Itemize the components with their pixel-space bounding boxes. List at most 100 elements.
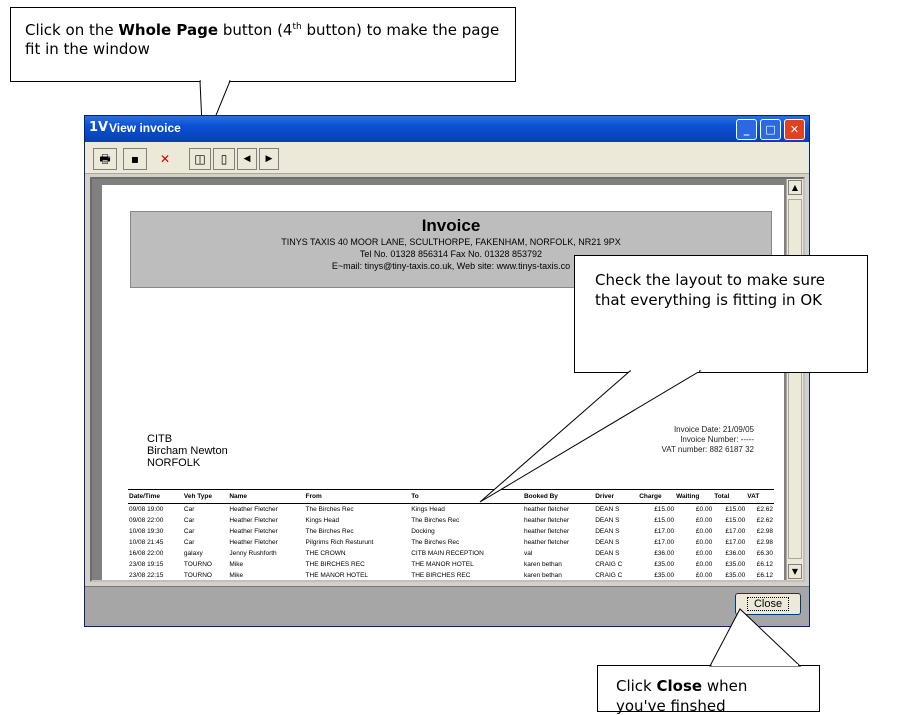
column-header: From	[304, 489, 411, 504]
table-cell: Heather Fletcher	[229, 516, 278, 524]
table-cell: The Birches Rec	[411, 516, 460, 524]
column-header: VAT	[746, 489, 774, 504]
table-cell: £0.00	[695, 549, 713, 557]
table-cell: Mike	[229, 560, 244, 568]
table-cell: £0.00	[695, 538, 713, 546]
window-title: View invoice	[109, 121, 181, 135]
address-line: CITB	[147, 433, 173, 445]
table-cell: THE MANOR HOTEL	[411, 560, 474, 568]
table-cell: £2.98	[756, 527, 773, 535]
callout-sup: th	[292, 22, 302, 32]
printer-icon[interactable]: 🖶	[93, 148, 117, 170]
table-cell: Jenny Rushforth	[229, 549, 277, 557]
callout-text: Click on the	[25, 21, 119, 39]
address-line: NORFOLK	[147, 457, 201, 469]
close-window-button[interactable]: ✕	[784, 119, 805, 140]
maximize-button[interactable]: □	[760, 119, 781, 140]
vertical-scrollbar[interactable]: ▲ ▼	[786, 179, 803, 580]
table-row: 10/08 19:30 Car Heather Fletcher The Birche…	[128, 526, 774, 537]
table-cell: Pilgrims Rich Resturunt	[305, 538, 374, 546]
table-cell: DEAN S	[595, 549, 620, 557]
table-cell: TOURNO	[183, 560, 212, 568]
save-icon[interactable]: ▪	[123, 148, 147, 170]
whole-page-icon[interactable]: ◫	[189, 148, 211, 170]
table-cell: Car	[183, 527, 195, 535]
table-row: 09/08 22:00 Car Heather Fletcher Kings Head…	[128, 515, 774, 526]
table-cell: heather fletcher	[523, 538, 570, 546]
table-cell: Docking	[411, 527, 435, 535]
toolbar: 🖶 ▪ ✕ ◫ ▯ ◀ ▶	[85, 142, 809, 174]
callout-whole-page: Click on the Whole Page button (4th butt…	[10, 7, 516, 82]
invoice-title: Invoice	[421, 216, 481, 235]
table-cell: £6.12	[756, 571, 773, 579]
table-cell: CRAIG C	[595, 571, 623, 579]
table-cell: £2.62	[756, 516, 773, 524]
table-cell: 23/08 19:15	[129, 560, 164, 568]
table-row: 23/08 22:15 TOURNO Mike THE MANOR HOTEL THE …	[128, 570, 774, 581]
next-page-icon[interactable]: ▶	[259, 148, 279, 170]
table-cell: heather fletcher	[523, 516, 570, 524]
table-cell: THE CROWN	[305, 549, 346, 557]
table-cell: 09/08 19:00	[129, 505, 164, 513]
table-cell: £0.00	[695, 571, 713, 579]
table-cell: Heather Fletcher	[229, 538, 278, 546]
table-cell: £0.00	[695, 560, 713, 568]
company-address: TINYS TAXIS 40 MOOR LANE, SCULTHORPE, FA…	[281, 237, 621, 247]
table-cell: The Birches Rec	[411, 538, 460, 546]
prev-page-icon[interactable]: ◀	[237, 148, 257, 170]
callout-check-layout: Check the layout to make sure that every…	[574, 255, 868, 373]
callout-pointer-bottom	[709, 608, 802, 667]
app-icon: 1V	[89, 120, 109, 135]
table-cell: £17.00	[654, 538, 675, 546]
table-cell: The Birches Rec	[305, 505, 354, 513]
scroll-down-icon[interactable]: ▼	[788, 564, 802, 579]
table-cell: Car	[183, 538, 195, 546]
table-cell: CRAIG C	[595, 560, 623, 568]
table-cell: karen bethan	[523, 571, 562, 579]
table-cell: £35.00	[654, 560, 675, 568]
table-row: 23/08 19:15 TOURNO Mike THE BIRCHES REC THE …	[128, 559, 774, 570]
table-cell: THE BIRCHES REC	[411, 571, 471, 579]
callout-close: Click Close when you've finshed	[597, 665, 820, 715]
table-cell: Mike	[229, 571, 244, 579]
table-cell: THE BIRCHES REC	[305, 560, 365, 568]
delete-icon[interactable]: ✕	[153, 148, 177, 170]
table-cell: galaxy	[183, 549, 203, 557]
customer-address: CITB Bircham Newton NORFOLK	[147, 433, 228, 469]
table-cell: THE MANOR HOTEL	[305, 571, 369, 579]
table-cell: val	[523, 549, 533, 557]
table-cell: Kings Head	[305, 516, 340, 524]
callout-pointer-middle	[479, 370, 702, 503]
table-cell: Car	[183, 505, 195, 513]
address-line: Bircham Newton	[147, 445, 228, 457]
table-cell: £35.00	[725, 571, 746, 579]
table-cell: £2.98	[756, 538, 773, 546]
table-cell: £15.00	[725, 516, 746, 524]
minimize-button[interactable]: _	[736, 119, 757, 140]
table-cell: £35.00	[654, 571, 675, 579]
table-cell: 10/08 19:30	[129, 527, 164, 535]
callout-bold: Whole Page	[118, 21, 219, 39]
table-cell: £0.00	[695, 527, 713, 535]
table-cell: £35.00	[725, 560, 746, 568]
table-cell: DEAN S	[595, 538, 620, 546]
table-cell: £2.62	[756, 505, 773, 513]
table-cell: DEAN S	[595, 516, 620, 524]
table-cell: £36.00	[725, 549, 746, 557]
callout-text: Click	[616, 677, 657, 695]
table-cell: £17.00	[725, 538, 746, 546]
table-cell: £6.12	[756, 560, 773, 568]
table-cell: DEAN S	[595, 527, 620, 535]
page-icon[interactable]: ▯	[213, 148, 235, 170]
table-cell: 16/08 22:00	[129, 549, 164, 557]
callout-text: button (4	[218, 21, 293, 39]
table-cell: 10/08 21:45	[129, 538, 164, 546]
table-cell: Heather Fletcher	[229, 505, 278, 513]
scroll-up-icon[interactable]: ▲	[788, 180, 802, 195]
table-cell: 09/08 22:00	[129, 516, 164, 524]
table-cell: Heather Fletcher	[229, 527, 278, 535]
table-cell: £17.00	[654, 527, 675, 535]
column-header: Veh Type	[182, 489, 229, 504]
scroll-thumb[interactable]	[788, 199, 802, 559]
table-cell: £15.00	[654, 516, 675, 524]
